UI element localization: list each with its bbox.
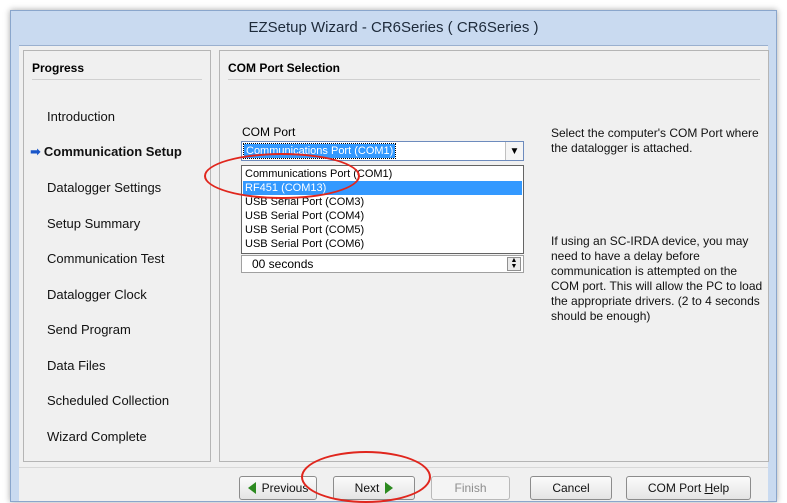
progress-header: Progress <box>32 61 85 75</box>
com-port-option[interactable]: USB Serial Port (COM3) <box>243 195 522 209</box>
arrow-left-icon <box>247 482 256 494</box>
panel-title: COM Port Selection <box>228 61 341 75</box>
com-port-option[interactable]: Communications Port (COM1) <box>243 167 522 181</box>
delay-value: 00 seconds <box>252 257 314 271</box>
com-port-option[interactable]: USB Serial Port (COM6) <box>243 237 522 251</box>
previous-button[interactable]: Previous <box>239 476 317 500</box>
step-introduction: Introduction <box>47 109 115 124</box>
com-port-selected-value: Communications Port (COM1) <box>242 143 397 159</box>
spinner-arrows-icon[interactable]: ▲ ▼ <box>507 257 521 271</box>
com-port-select[interactable]: Communications Port (COM1) ▼ <box>241 141 524 161</box>
com-port-help-text: Select the computer's COM Port where the… <box>551 126 759 155</box>
com-port-option-highlighted[interactable]: RF451 (COM13) <box>243 181 522 195</box>
step-datalogger-settings: Datalogger Settings <box>47 180 162 195</box>
step-send-program: Send Program <box>47 322 131 337</box>
window-title: EZSetup Wizard - CR6Series ( CR6Series ) <box>248 19 539 36</box>
step-datalogger-clock: Datalogger Clock <box>47 287 147 302</box>
step-scheduled-collection: Scheduled Collection <box>47 393 170 408</box>
cancel-button[interactable]: Cancel <box>530 476 612 500</box>
window-titlebar[interactable]: EZSetup Wizard - CR6Series ( CR6Series ) <box>11 11 776 44</box>
progress-panel: Progress Introduction ➡ Communication Set… <box>23 50 211 462</box>
cancel-label: Cancel <box>552 481 590 495</box>
wizard-window: EZSetup Wizard - CR6Series ( CR6Series )… <box>10 10 777 503</box>
delay-spinner[interactable]: 00 seconds ▲ ▼ <box>241 255 524 273</box>
arrow-right-icon <box>385 482 394 494</box>
com-port-label: COM Port <box>242 125 296 139</box>
help-label-mnemonic: H <box>704 481 714 495</box>
com-port-option[interactable]: USB Serial Port (COM4) <box>243 209 522 223</box>
divider <box>228 79 760 80</box>
com-port-dropdown-list: Communications Port (COM1) RF451 (COM13)… <box>241 165 524 254</box>
finish-button[interactable]: Finish <box>431 476 510 500</box>
step-communication-setup: ➡ Communication Setup <box>30 144 182 160</box>
next-button[interactable]: Next <box>333 476 415 500</box>
wizard-client-area: Progress Introduction ➡ Communication Set… <box>19 45 769 501</box>
step-setup-summary: Setup Summary <box>47 216 141 231</box>
irda-help-text: If using an SC-IRDA device, you may need… <box>551 234 763 323</box>
step-wizard-complete: Wizard Complete <box>47 429 147 444</box>
divider <box>32 79 202 80</box>
com-port-panel: COM Port Selection COM Port Communicatio… <box>219 50 769 462</box>
com-port-help-button[interactable]: COM Port Help <box>626 476 751 500</box>
step-data-files: Data Files <box>47 358 106 373</box>
com-port-option[interactable]: USB Serial Port (COM5) <box>243 223 522 237</box>
step-communication-test: Communication Test <box>47 251 165 266</box>
next-label: Next <box>354 481 380 495</box>
previous-label: Previous <box>261 481 309 495</box>
help-label-prefix: COM Port <box>647 481 705 495</box>
help-label-suffix: elp <box>713 481 730 495</box>
chevron-down-icon[interactable]: ▼ <box>505 142 523 160</box>
arrow-right-icon: ➡ <box>30 144 41 159</box>
finish-label: Finish <box>454 481 487 495</box>
divider <box>19 467 768 468</box>
step-label: Communication Setup <box>43 144 182 159</box>
